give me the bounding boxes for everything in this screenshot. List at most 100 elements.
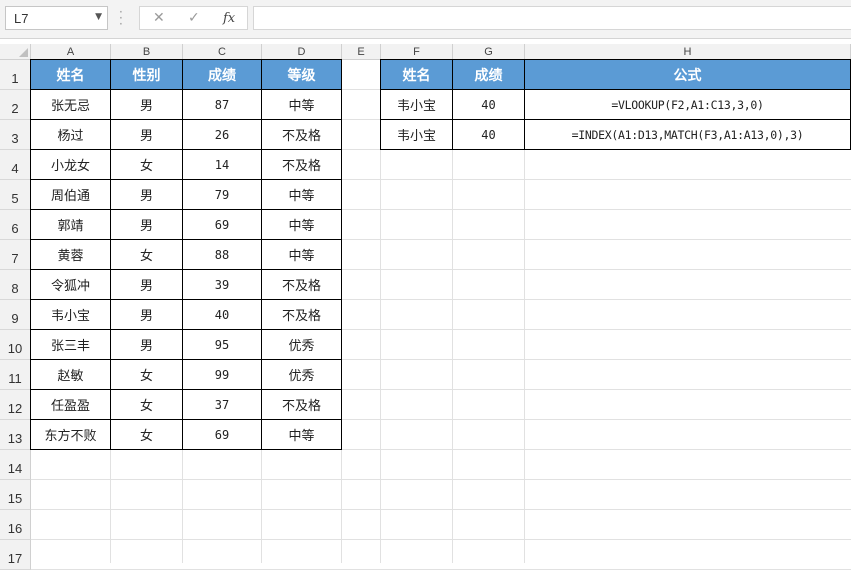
- table1-cell[interactable]: 女: [110, 389, 183, 420]
- name-box[interactable]: L7 ▼: [5, 6, 108, 30]
- close-icon[interactable]: ✕: [153, 10, 165, 26]
- table1-cell[interactable]: 男: [110, 209, 183, 240]
- table1-cell[interactable]: 不及格: [261, 269, 342, 300]
- table1-cell[interactable]: 男: [110, 119, 183, 150]
- row-header-9[interactable]: 9: [0, 300, 31, 330]
- row-header-16[interactable]: 16: [0, 510, 31, 540]
- table1-cell[interactable]: 69: [182, 209, 262, 240]
- table1-cell[interactable]: 女: [110, 419, 183, 450]
- table1-header-cell[interactable]: 性别: [110, 59, 183, 90]
- row-header-10[interactable]: 10: [0, 330, 31, 360]
- table1-cell[interactable]: 男: [110, 89, 183, 120]
- table1-cell[interactable]: 88: [182, 239, 262, 270]
- table1-cell[interactable]: 韦小宝: [30, 299, 111, 330]
- column-header-f[interactable]: F: [381, 44, 453, 60]
- table1-cell[interactable]: 99: [182, 359, 262, 390]
- table2-header-cell[interactable]: 成绩: [452, 59, 525, 90]
- table1-cell[interactable]: 令狐冲: [30, 269, 111, 300]
- row-header-13[interactable]: 13: [0, 420, 31, 450]
- row-header-3[interactable]: 3: [0, 120, 31, 150]
- table1-cell[interactable]: 14: [182, 149, 262, 180]
- table1-cell[interactable]: 中等: [261, 209, 342, 240]
- table1-cell[interactable]: 任盈盈: [30, 389, 111, 420]
- table2-header-cell[interactable]: 公式: [524, 59, 851, 90]
- table1-cell[interactable]: 37: [182, 389, 262, 420]
- formula-cell[interactable]: =VLOOKUP(F2,A1:C13,3,0): [524, 89, 851, 120]
- spreadsheet-grid: ABCDEFGH 1 2 3 4 5 6 7 8 9 10 11 12 13 14 15 16 17 姓名 性别成…: [0, 44, 851, 570]
- table1-cell[interactable]: 优秀: [261, 359, 342, 390]
- table1-cell[interactable]: 不及格: [261, 149, 342, 180]
- table2-cell[interactable]: 40: [452, 119, 525, 150]
- table1-cell[interactable]: 不及格: [261, 299, 342, 330]
- table1-cell[interactable]: 郭靖: [30, 209, 111, 240]
- table1-cell[interactable]: 男: [110, 329, 183, 360]
- insert-function-icon[interactable]: fx: [223, 11, 235, 26]
- gridline: [31, 509, 851, 510]
- table1-cell[interactable]: 79: [182, 179, 262, 210]
- row-header-12[interactable]: 12: [0, 390, 31, 420]
- table1-cell[interactable]: 优秀: [261, 329, 342, 360]
- table2-cell[interactable]: 韦小宝: [380, 89, 453, 120]
- row-header-2[interactable]: 2: [0, 90, 31, 120]
- table2-cell[interactable]: 韦小宝: [380, 119, 453, 150]
- table1-cell[interactable]: 女: [110, 359, 183, 390]
- table1-cell[interactable]: 赵敏: [30, 359, 111, 390]
- row-header-8[interactable]: 8: [0, 270, 31, 300]
- table1-cell[interactable]: 男: [110, 299, 183, 330]
- row-header-6[interactable]: 6: [0, 210, 31, 240]
- row-header-5[interactable]: 5: [0, 180, 31, 210]
- table1-cell[interactable]: 40: [182, 299, 262, 330]
- table1-cell[interactable]: 东方不败: [30, 419, 111, 450]
- table1-header-cell[interactable]: 姓名: [30, 59, 111, 90]
- row-header-17[interactable]: 17: [0, 540, 31, 570]
- table1-cell[interactable]: 中等: [261, 239, 342, 270]
- row-header-11[interactable]: 11: [0, 360, 31, 390]
- table1-cell[interactable]: 26: [182, 119, 262, 150]
- select-all-icon: [19, 48, 28, 57]
- row-header-14[interactable]: 14: [0, 450, 31, 480]
- name-box-value: L7: [14, 11, 29, 26]
- table1-cell[interactable]: 87: [182, 89, 262, 120]
- chevron-down-icon[interactable]: ▼: [95, 12, 102, 22]
- column-header-c[interactable]: C: [183, 44, 262, 60]
- column-header-e[interactable]: E: [342, 44, 381, 60]
- table1-cell[interactable]: 张三丰: [30, 329, 111, 360]
- table1-cell[interactable]: 不及格: [261, 389, 342, 420]
- row-header-7[interactable]: 7: [0, 240, 31, 270]
- formula-buttons: ✕ ✓ fx: [139, 6, 248, 30]
- table1-cell[interactable]: 69: [182, 419, 262, 450]
- table1-cell[interactable]: 小龙女: [30, 149, 111, 180]
- row-header-15[interactable]: 15: [0, 480, 31, 510]
- table1-cell[interactable]: 女: [110, 149, 183, 180]
- table2-header-cell[interactable]: 姓名: [380, 59, 453, 90]
- table1-cell[interactable]: 男: [110, 269, 183, 300]
- table1-cell[interactable]: 中等: [261, 179, 342, 210]
- select-all-button[interactable]: [0, 44, 31, 60]
- table1-cell[interactable]: 中等: [261, 89, 342, 120]
- table1-cell[interactable]: 95: [182, 329, 262, 360]
- row-header-1[interactable]: 1: [0, 60, 31, 90]
- column-header-b[interactable]: B: [111, 44, 183, 60]
- table1-header-cell[interactable]: 成绩: [182, 59, 262, 90]
- formula-bar: L7 ▼ · · · ✕ ✓ fx: [0, 0, 851, 39]
- column-header-a[interactable]: A: [31, 44, 111, 60]
- row-header-4[interactable]: 4: [0, 150, 31, 180]
- drag-handle-icon[interactable]: · · ·: [119, 6, 123, 30]
- table1-cell[interactable]: 杨过: [30, 119, 111, 150]
- table1-cell[interactable]: 男: [110, 179, 183, 210]
- column-header-h[interactable]: H: [525, 44, 851, 60]
- column-header-d[interactable]: D: [262, 44, 342, 60]
- table1-cell[interactable]: 39: [182, 269, 262, 300]
- check-icon[interactable]: ✓: [188, 10, 200, 26]
- table1-cell[interactable]: 周伯通: [30, 179, 111, 210]
- table1-cell[interactable]: 黄蓉: [30, 239, 111, 270]
- table1-cell[interactable]: 中等: [261, 419, 342, 450]
- table1-cell[interactable]: 张无忌: [30, 89, 111, 120]
- table2-cell[interactable]: 40: [452, 89, 525, 120]
- column-header-g[interactable]: G: [453, 44, 525, 60]
- table1-cell[interactable]: 不及格: [261, 119, 342, 150]
- table1-cell[interactable]: 女: [110, 239, 183, 270]
- formula-input[interactable]: [253, 6, 851, 30]
- formula-cell[interactable]: =INDEX(A1:D13,MATCH(F3,A1:A13,0),3): [524, 119, 851, 150]
- table1-header-cell[interactable]: 等级: [261, 59, 342, 90]
